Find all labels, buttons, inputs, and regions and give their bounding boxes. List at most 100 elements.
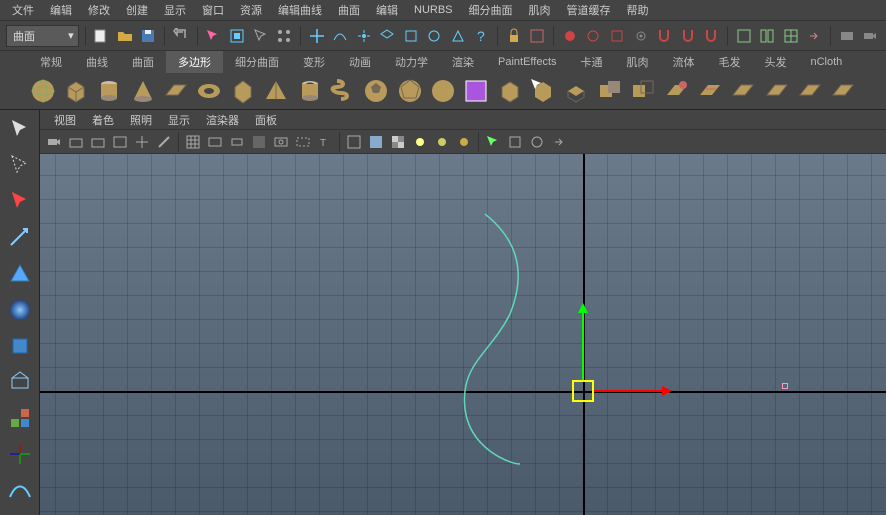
poly-prism-icon[interactable] bbox=[228, 76, 257, 106]
snap-plane-icon[interactable] bbox=[377, 25, 397, 47]
menu-modify[interactable]: 修改 bbox=[80, 0, 118, 20]
vt-shadow2-icon[interactable] bbox=[454, 132, 474, 152]
tab-polygons[interactable]: 多边形 bbox=[166, 51, 223, 73]
poly-booleans-icon[interactable] bbox=[595, 76, 624, 106]
magnet-3-icon[interactable] bbox=[702, 25, 722, 47]
film-icon[interactable] bbox=[837, 25, 857, 47]
vt-image-plane-icon[interactable] bbox=[110, 132, 130, 152]
tab-general[interactable]: 常规 bbox=[28, 51, 74, 73]
vmenu-view[interactable]: 视图 bbox=[46, 110, 84, 130]
tab-render[interactable]: 渲染 bbox=[440, 51, 486, 73]
undo-icon[interactable] bbox=[171, 25, 191, 47]
camera-icon[interactable] bbox=[861, 25, 881, 47]
vt-isolate-icon[interactable] bbox=[483, 132, 503, 152]
select-object-icon[interactable] bbox=[251, 25, 271, 47]
menu-edit2[interactable]: 编辑 bbox=[368, 0, 406, 20]
vt-2d-pan-icon[interactable] bbox=[132, 132, 152, 152]
vt-film-gate-icon[interactable] bbox=[205, 132, 225, 152]
poly-plane-icon[interactable] bbox=[161, 76, 190, 106]
vt-light-icon[interactable] bbox=[410, 132, 430, 152]
history-icon[interactable] bbox=[528, 25, 548, 47]
vmenu-renderer[interactable]: 渲染器 bbox=[198, 110, 247, 130]
vt-smooth-shade-icon[interactable] bbox=[366, 132, 386, 152]
rotate-tool-icon[interactable] bbox=[4, 258, 36, 290]
poly-type-icon[interactable] bbox=[428, 76, 457, 106]
menu-subdiv[interactable]: 细分曲面 bbox=[461, 0, 521, 20]
scale-tool-icon[interactable] bbox=[4, 294, 36, 326]
new-scene-icon[interactable] bbox=[92, 25, 112, 47]
select-by-name-icon[interactable] bbox=[204, 25, 224, 47]
poly-split-icon[interactable] bbox=[695, 76, 724, 106]
poly-extract-icon[interactable] bbox=[528, 76, 557, 106]
vmenu-show[interactable]: 显示 bbox=[160, 110, 198, 130]
vt-xray-joint-icon[interactable] bbox=[527, 132, 547, 152]
vmenu-panels[interactable]: 面板 bbox=[247, 110, 285, 130]
vt-xray-icon[interactable] bbox=[505, 132, 525, 152]
vt-grease-icon[interactable] bbox=[154, 132, 174, 152]
last-tool-icon[interactable] bbox=[4, 474, 36, 506]
poly-smooth-icon[interactable] bbox=[628, 76, 657, 106]
move-tool-icon[interactable] bbox=[4, 222, 36, 254]
tab-fur[interactable]: 毛发 bbox=[707, 51, 753, 73]
save-scene-icon[interactable] bbox=[139, 25, 159, 47]
poly-combine-icon[interactable] bbox=[495, 76, 524, 106]
poly-torus-icon[interactable] bbox=[195, 76, 224, 106]
vt-select-camera-icon[interactable] bbox=[44, 132, 64, 152]
vt-resolution-gate-icon[interactable] bbox=[227, 132, 247, 152]
tab-paintfx[interactable]: PaintEffects bbox=[486, 53, 569, 71]
layout-3-icon[interactable] bbox=[781, 25, 801, 47]
vt-textured-icon[interactable] bbox=[388, 132, 408, 152]
tab-surfaces[interactable]: 曲面 bbox=[120, 51, 166, 73]
poly-cube-icon[interactable] bbox=[61, 76, 90, 106]
vt-export-icon[interactable] bbox=[549, 132, 569, 152]
select-hierarchy-icon[interactable] bbox=[227, 25, 247, 47]
ipr-render-icon[interactable] bbox=[584, 25, 604, 47]
paint-select-tool-icon[interactable] bbox=[4, 186, 36, 218]
poly-selected-icon[interactable] bbox=[462, 76, 491, 106]
poly-soccer-icon[interactable] bbox=[362, 76, 391, 106]
poly-append-icon[interactable] bbox=[662, 76, 691, 106]
vt-shadow-icon[interactable] bbox=[432, 132, 452, 152]
poly-platonic-icon[interactable] bbox=[395, 76, 424, 106]
render-frame-icon[interactable] bbox=[560, 25, 580, 47]
menu-editcurve[interactable]: 编辑曲线 bbox=[270, 0, 330, 20]
vt-lock-camera-icon[interactable] bbox=[66, 132, 86, 152]
tab-subdiv[interactable]: 细分曲面 bbox=[223, 51, 291, 73]
lasso-tool-icon[interactable] bbox=[4, 150, 36, 182]
help-icon[interactable]: ? bbox=[472, 25, 492, 47]
poly-pyramid-icon[interactable] bbox=[262, 76, 291, 106]
tab-hair[interactable]: 头发 bbox=[753, 51, 799, 73]
open-scene-icon[interactable] bbox=[115, 25, 135, 47]
vt-gate-mask-icon[interactable] bbox=[249, 132, 269, 152]
poly-pipe-icon[interactable] bbox=[295, 76, 324, 106]
tab-fluids[interactable]: 流体 bbox=[661, 51, 707, 73]
poly-helix-icon[interactable] bbox=[328, 76, 357, 106]
poly-bridge-icon[interactable] bbox=[795, 76, 824, 106]
menuset-dropdown[interactable]: 曲面 bbox=[6, 25, 79, 47]
tab-curves[interactable]: 曲线 bbox=[74, 51, 120, 73]
tab-toon[interactable]: 卡通 bbox=[569, 51, 615, 73]
select-tool-icon[interactable] bbox=[4, 114, 36, 146]
menu-pipeline[interactable]: 管道缓存 bbox=[559, 0, 619, 20]
select-component-icon[interactable] bbox=[274, 25, 294, 47]
menu-muscle[interactable]: 肌肉 bbox=[521, 0, 559, 20]
menu-edit[interactable]: 编辑 bbox=[42, 0, 80, 20]
snap-live-icon[interactable] bbox=[401, 25, 421, 47]
layout-1-icon[interactable] bbox=[734, 25, 754, 47]
poly-cone-icon[interactable] bbox=[128, 76, 157, 106]
menu-create[interactable]: 创建 bbox=[118, 0, 156, 20]
tab-deform[interactable]: 变形 bbox=[291, 51, 337, 73]
snap-grid-icon[interactable] bbox=[307, 25, 327, 47]
tab-dyn[interactable]: 动力学 bbox=[383, 51, 440, 73]
render-region-icon[interactable] bbox=[607, 25, 627, 47]
poly-sphere-icon[interactable] bbox=[28, 76, 57, 106]
vt-wireframe-icon[interactable] bbox=[344, 132, 364, 152]
snap-view-icon[interactable] bbox=[425, 25, 445, 47]
vmenu-shading[interactable]: 着色 bbox=[84, 110, 122, 130]
menu-help[interactable]: 帮助 bbox=[619, 0, 657, 20]
view-compass-icon[interactable] bbox=[4, 438, 36, 470]
show-manip-icon[interactable] bbox=[4, 402, 36, 434]
tab-ncloth[interactable]: nCloth bbox=[799, 53, 855, 71]
vt-grid-icon[interactable] bbox=[183, 132, 203, 152]
snap-point-icon[interactable] bbox=[354, 25, 374, 47]
